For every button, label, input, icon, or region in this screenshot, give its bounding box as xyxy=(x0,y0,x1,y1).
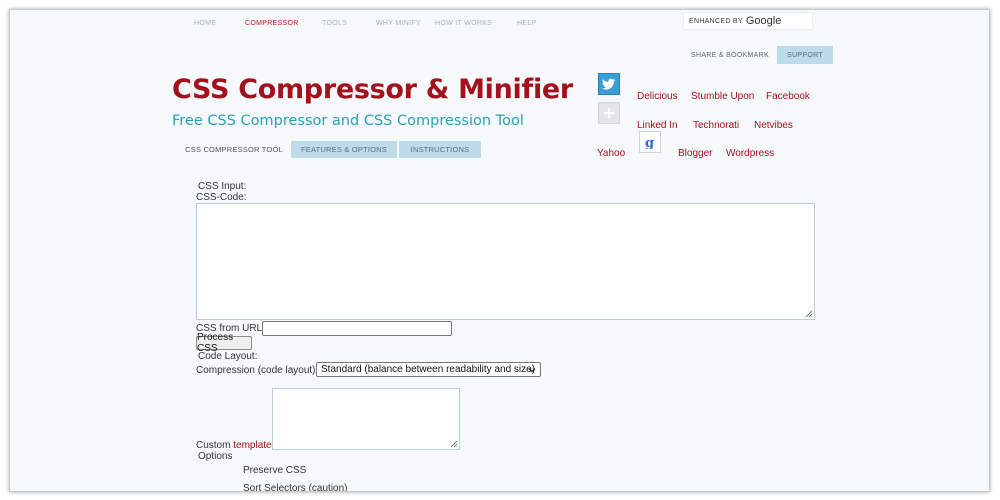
css-url-input[interactable] xyxy=(262,321,452,336)
code-layout-label: Code Layout: xyxy=(198,351,258,362)
search-prefix: ENHANCED BY xyxy=(689,17,743,25)
social-link-yahoo[interactable]: Yahoo xyxy=(597,148,625,159)
options-label: Options xyxy=(198,451,233,462)
google-search-box[interactable]: ENHANCED BY Google xyxy=(683,12,813,30)
process-css-button[interactable]: Process CSS xyxy=(196,332,252,354)
resize-grip-icon[interactable] xyxy=(805,310,813,318)
social-link-blogger[interactable]: Blogger xyxy=(678,148,712,159)
css-code-label: CSS-Code: xyxy=(196,192,247,203)
compression-selected-value: Standard (balance between readability an… xyxy=(321,364,536,375)
page-subtitle: Free CSS Compressor and CSS Compression … xyxy=(172,113,524,129)
share-plus-icon[interactable] xyxy=(598,102,620,124)
tab-instructions[interactable]: INSTRUCTIONS xyxy=(399,141,481,158)
resize-grip-icon[interactable] xyxy=(450,440,458,448)
nav-why-minify[interactable]: WHY MINIFY xyxy=(376,20,421,27)
custom-template-label: Custom template xyxy=(196,440,272,451)
chevron-down-icon xyxy=(528,368,536,373)
nav-help[interactable]: HELP xyxy=(517,20,537,27)
svg-text:g: g xyxy=(645,136,654,149)
nav-compressor[interactable]: COMPRESSOR xyxy=(245,20,299,27)
tab-css-compressor-tool[interactable]: CSS COMPRESSOR TOOL xyxy=(179,141,289,158)
social-link-netvibes[interactable]: Netvibes xyxy=(754,120,793,131)
nav-how-it-works[interactable]: HOW IT WORKS xyxy=(435,20,492,27)
css-code-textarea[interactable] xyxy=(196,203,815,320)
google-icon[interactable]: g xyxy=(639,131,661,153)
browser-frame: HOME COMPRESSOR TOOLS WHY MINIFY HOW IT … xyxy=(9,9,990,492)
social-link-linked-in[interactable]: Linked In xyxy=(637,120,678,131)
google-brand: Google xyxy=(745,15,782,27)
custom-template-textarea[interactable] xyxy=(272,388,460,450)
social-link-technorati[interactable]: Technorati xyxy=(693,120,739,131)
custom-label: Custom xyxy=(196,440,231,451)
tab-features-options[interactable]: FEATURES & OPTIONS xyxy=(291,141,397,158)
nav-home[interactable]: HOME xyxy=(194,20,216,27)
social-link-delicious[interactable]: Delicious xyxy=(637,91,678,102)
social-link-stumble-upon[interactable]: Stumble Upon xyxy=(691,91,754,102)
compression-label: Compression (code layout): xyxy=(196,365,319,376)
support-tab[interactable]: SUPPORT xyxy=(777,46,833,64)
template-link[interactable]: template xyxy=(233,440,271,451)
css-input-label: CSS Input: xyxy=(198,181,247,192)
social-link-facebook[interactable]: Facebook xyxy=(766,91,810,102)
option-preserve-css[interactable]: Preserve CSS xyxy=(243,465,306,476)
social-link-wordpress[interactable]: Wordpress xyxy=(726,148,774,159)
compression-select[interactable]: Standard (balance between readability an… xyxy=(316,362,541,377)
twitter-icon[interactable] xyxy=(598,73,620,95)
option-sort-selectors[interactable]: Sort Selectors (caution) xyxy=(243,483,348,491)
share-bookmark-tab[interactable]: SHARE & BOOKMARK xyxy=(683,46,777,64)
page-title: CSS Compressor & Minifier xyxy=(172,74,573,105)
nav-tools[interactable]: TOOLS xyxy=(322,20,347,27)
